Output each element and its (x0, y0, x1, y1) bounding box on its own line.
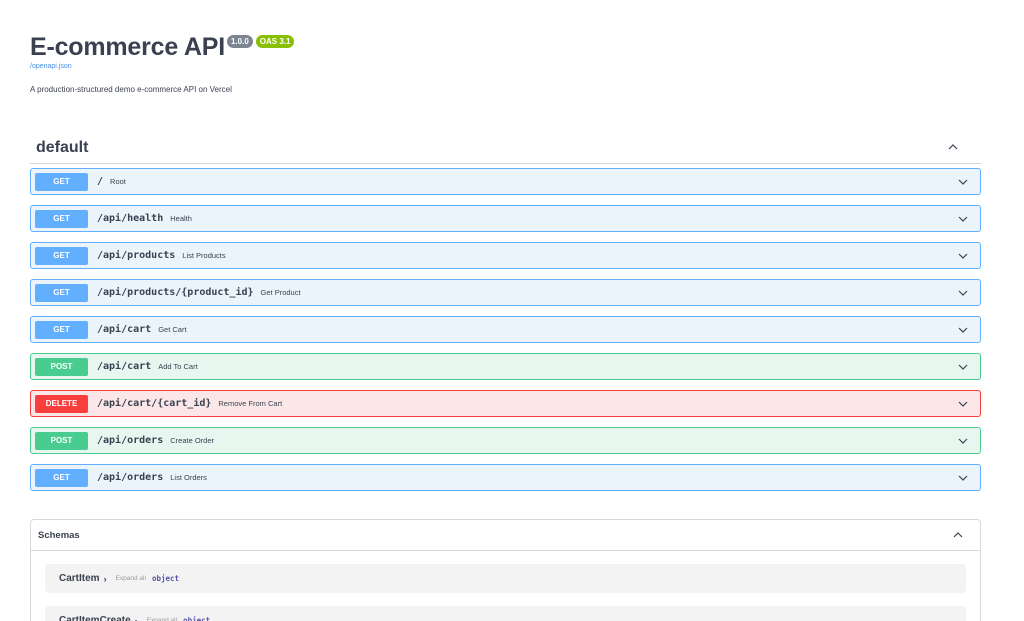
schema-model-1[interactable]: CartItemCreate › Expand all object (45, 606, 966, 621)
method-badge: POST (35, 357, 88, 376)
expand-all-button[interactable]: Expand all (147, 617, 177, 621)
chevron-right-icon[interactable]: › (135, 616, 138, 621)
operation-path: /api/products (97, 250, 176, 261)
operation-get-8[interactable]: GET/api/orders List Orders (30, 464, 981, 491)
api-description: A production-structured demo e-commerce … (30, 85, 232, 94)
method-badge: GET (35, 468, 88, 487)
method-badge: GET (35, 283, 88, 302)
chevron-up-icon[interactable] (945, 139, 961, 155)
operation-summary: Root (110, 177, 126, 186)
operation-get-3[interactable]: GET/api/products/{product_id} Get Product (30, 279, 981, 306)
expand-all-button[interactable]: Expand all (116, 575, 146, 582)
section-title: default (36, 138, 89, 156)
operation-path: /api/cart (97, 361, 152, 372)
operation-post-7[interactable]: POST/api/orders Create Order (30, 427, 981, 454)
method-badge: GET (35, 172, 88, 191)
version-badge: 1.0.0 (226, 35, 253, 48)
operations-list: GET / Root GET/api/health Health GET/api/prod… (30, 168, 981, 501)
chevron-down-icon[interactable] (955, 248, 971, 264)
schemas-title: Schemas (38, 529, 80, 541)
operation-summary: Health (170, 214, 192, 223)
chevron-right-icon[interactable]: › (104, 574, 107, 584)
operation-get-1[interactable]: GET/api/health Health (30, 205, 981, 232)
operation-summary: Remove From Cart (218, 399, 283, 408)
operation-summary: Add To Cart (158, 362, 198, 371)
method-badge: DELETE (35, 394, 88, 413)
operation-summary: Create Order (170, 436, 215, 445)
operation-summary: List Orders (170, 473, 207, 482)
operation-get-0[interactable]: GET / Root (30, 168, 981, 195)
operation-path: /api/orders (97, 472, 164, 483)
chevron-down-icon[interactable] (955, 174, 971, 190)
chevron-down-icon[interactable] (955, 285, 971, 301)
method-badge: POST (35, 431, 88, 450)
operation-post-5[interactable]: POST/api/cart Add To Cart (30, 353, 981, 380)
api-info: E-commerce API 1.0.0 OAS 3.1 /openapi.js… (30, 32, 990, 94)
operation-summary: List Products (182, 251, 226, 260)
operation-delete-6[interactable]: DELETE/api/cart/{cart_id} Remove From Car… (30, 390, 981, 417)
model-name: CartItemCreate (59, 615, 131, 621)
models-list: CartItem › Expand all object CartItemCreate ›… (31, 564, 980, 621)
operation-path: /api/health (97, 213, 164, 224)
chevron-down-icon[interactable] (955, 211, 971, 227)
operation-summary: Get Product (260, 288, 301, 297)
operation-get-4[interactable]: GET/api/cart Get Cart (30, 316, 981, 343)
schema-model-0[interactable]: CartItem › Expand all object (45, 564, 966, 593)
chevron-up-icon[interactable] (950, 527, 966, 543)
chevron-down-icon[interactable] (955, 396, 971, 412)
method-badge: GET (35, 246, 88, 265)
operation-path: /api/cart/{cart_id} (97, 398, 212, 409)
operation-get-2[interactable]: GET/api/products List Products (30, 242, 981, 269)
operation-path: /api/orders (97, 435, 164, 446)
model-type: object (183, 616, 211, 621)
operation-path: /api/cart (97, 324, 152, 335)
model-name: CartItem (59, 573, 100, 584)
operation-summary: Get Cart (158, 325, 187, 334)
section-header-default[interactable]: default (30, 130, 981, 164)
oas-badge: OAS 3.1 (255, 35, 295, 48)
chevron-down-icon[interactable] (955, 322, 971, 338)
method-badge: GET (35, 320, 88, 339)
operation-path: /api/products/{product_id} (97, 287, 254, 298)
schemas-header[interactable]: Schemas (31, 520, 980, 551)
method-badge: GET (35, 209, 88, 228)
chevron-down-icon[interactable] (955, 359, 971, 375)
chevron-down-icon[interactable] (955, 433, 971, 449)
schemas-section: Schemas CartItem › Expand all object CartIte… (30, 519, 981, 621)
openapi-json-link[interactable]: /openapi.json (30, 63, 990, 70)
chevron-down-icon[interactable] (955, 470, 971, 486)
title-row: E-commerce API 1.0.0 OAS 3.1 (30, 32, 990, 62)
model-type: object (151, 574, 180, 583)
api-title: E-commerce API (30, 33, 225, 61)
operation-path: / (97, 176, 104, 187)
